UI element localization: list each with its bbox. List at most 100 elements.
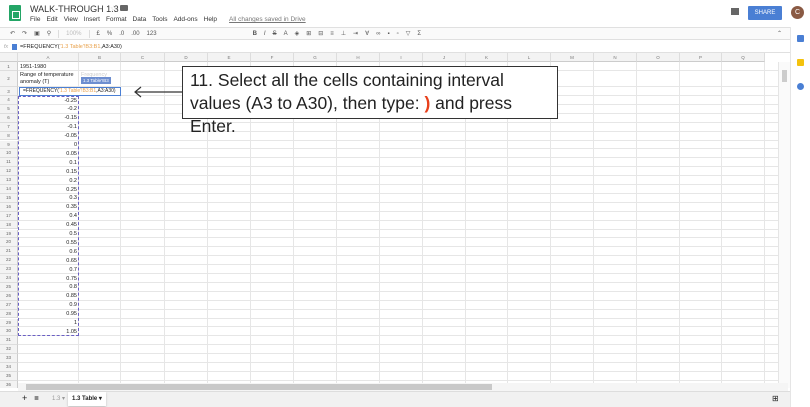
folder-icon[interactable]	[120, 5, 128, 11]
italic-button[interactable]: I	[264, 31, 266, 37]
currency-button[interactable]: £	[97, 31, 100, 37]
fill-color-icon[interactable]: ◈	[295, 30, 300, 37]
share-button[interactable]: SHARE	[748, 6, 782, 20]
horizontal-scrollbar[interactable]	[18, 383, 788, 391]
row-header-31[interactable]: 31	[0, 336, 18, 346]
borders-icon[interactable]: ⊞	[306, 30, 311, 37]
row-header-35[interactable]: 35	[0, 371, 18, 381]
row-header-2[interactable]: 2	[0, 71, 18, 87]
row-header-30[interactable]: 30	[0, 327, 18, 337]
tasks-icon[interactable]	[797, 83, 804, 90]
explore-icon[interactable]: ⊞	[768, 392, 783, 406]
column-header-g[interactable]: G	[294, 53, 337, 62]
row-header-25[interactable]: 25	[0, 282, 18, 292]
row-header-11[interactable]: 11	[0, 158, 18, 168]
column-header-a[interactable]: A	[18, 53, 79, 62]
row-header-34[interactable]: 34	[0, 363, 18, 372]
cell-a2[interactable]: Range of temperature	[20, 72, 74, 78]
functions-button[interactable]: Σ	[417, 31, 421, 37]
menu-edit[interactable]: Edit	[46, 16, 57, 23]
row-header-29[interactable]: 29	[0, 318, 18, 328]
row-header-20[interactable]: 20	[0, 238, 18, 248]
row-header-32[interactable]: 32	[0, 345, 18, 355]
sheet-tab-1-3-table[interactable]: 1.3 Table ▾	[68, 392, 106, 406]
menu-help[interactable]: Help	[204, 16, 217, 23]
column-header-p[interactable]: P	[680, 53, 722, 62]
row-header-1[interactable]: 1	[0, 62, 18, 71]
select-all-corner[interactable]	[0, 53, 18, 62]
row-header-17[interactable]: 17	[0, 211, 18, 221]
row-header-7[interactable]: 7	[0, 122, 18, 132]
row-header-23[interactable]: 23	[0, 265, 18, 274]
row-header-33[interactable]: 33	[0, 354, 18, 363]
row-header-22[interactable]: 22	[0, 256, 18, 266]
undo-icon[interactable]: ↶	[10, 30, 15, 37]
decrease-decimals-button[interactable]: .0	[119, 31, 124, 37]
rotate-icon[interactable]: ∀	[365, 30, 369, 37]
row-header-6[interactable]: 6	[0, 113, 18, 123]
scroll-thumb[interactable]	[782, 70, 787, 82]
row-header-10[interactable]: 10	[0, 149, 18, 159]
column-header-h[interactable]: H	[337, 53, 380, 62]
row-header-13[interactable]: 13	[0, 176, 18, 185]
row-header-18[interactable]: 18	[0, 220, 18, 230]
increase-decimals-button[interactable]: .00	[131, 31, 139, 37]
menu-view[interactable]: View	[64, 16, 78, 23]
zoom-select[interactable]: 100%	[66, 31, 81, 37]
row-header-8[interactable]: 8	[0, 131, 18, 141]
row-header-21[interactable]: 21	[0, 247, 18, 257]
print-icon[interactable]: ▣	[34, 30, 40, 37]
column-header-d[interactable]: D	[165, 53, 208, 62]
row-header-4[interactable]: 4	[0, 96, 18, 105]
row-header-12[interactable]: 12	[0, 167, 18, 177]
column-header-e[interactable]: E	[208, 53, 251, 62]
strikethrough-button[interactable]: S	[273, 31, 277, 37]
row-header-3[interactable]: 3	[0, 87, 18, 96]
column-header-f[interactable]: F	[251, 53, 294, 62]
formula-bar[interactable]: fx =FREQUENCY('1.3 Table'!B3:B1 ,A3:A30)	[0, 41, 790, 53]
menu-tools[interactable]: Tools	[152, 16, 167, 23]
sheet-tab-1-3[interactable]: 1.3 ▾	[48, 392, 69, 406]
align-icon[interactable]: ≡	[330, 31, 334, 37]
column-header-k[interactable]: K	[466, 53, 508, 62]
avatar[interactable]: C	[791, 6, 804, 19]
scroll-thumb[interactable]	[26, 384, 492, 390]
row-header-27[interactable]: 27	[0, 300, 18, 310]
filter-icon[interactable]: ▽	[406, 30, 411, 37]
column-header-l[interactable]: L	[508, 53, 551, 62]
valign-icon[interactable]: ⊥	[341, 30, 346, 37]
row-header-19[interactable]: 19	[0, 229, 18, 239]
column-header-j[interactable]: J	[423, 53, 466, 62]
menu-format[interactable]: Format	[106, 16, 127, 23]
comments-icon[interactable]	[731, 8, 739, 15]
document-title[interactable]: WALK-THROUGH 1.3	[30, 4, 119, 14]
row-header-14[interactable]: 14	[0, 185, 18, 194]
insert-chart-icon[interactable]: ▫	[397, 31, 399, 37]
row-header-5[interactable]: 5	[0, 104, 18, 114]
percent-button[interactable]: %	[107, 31, 112, 37]
paint-format-icon[interactable]: ⚲	[47, 30, 51, 37]
column-header-b[interactable]: B	[79, 53, 121, 62]
cell-editor[interactable]: =FREQUENCY('1.3 Table'!B3:B1,A3:A30)	[19, 87, 121, 96]
collapse-icon[interactable]: ⌃	[777, 30, 782, 37]
wrap-icon[interactable]: ⇥	[353, 30, 358, 37]
row-header-24[interactable]: 24	[0, 274, 18, 283]
menu-addons[interactable]: Add-ons	[173, 16, 197, 23]
row-header-36[interactable]: 36	[0, 380, 18, 388]
redo-icon[interactable]: ↷	[22, 30, 27, 37]
column-header-q[interactable]: Q	[722, 53, 765, 62]
insert-comment-icon[interactable]: ▪	[387, 31, 389, 37]
column-header-c[interactable]: C	[121, 53, 165, 62]
column-header-o[interactable]: O	[637, 53, 680, 62]
number-format-button[interactable]: 123	[147, 31, 157, 37]
vertical-scrollbar[interactable]	[778, 62, 790, 388]
row-header-28[interactable]: 28	[0, 309, 18, 319]
row-header-16[interactable]: 16	[0, 202, 18, 212]
column-header-i[interactable]: I	[380, 53, 423, 62]
menu-file[interactable]: File	[30, 16, 40, 23]
row-header-26[interactable]: 26	[0, 291, 18, 301]
menu-data[interactable]: Data	[133, 16, 147, 23]
column-header-m[interactable]: M	[551, 53, 594, 62]
bold-button[interactable]: B	[253, 31, 257, 37]
row-header-15[interactable]: 15	[0, 193, 18, 203]
